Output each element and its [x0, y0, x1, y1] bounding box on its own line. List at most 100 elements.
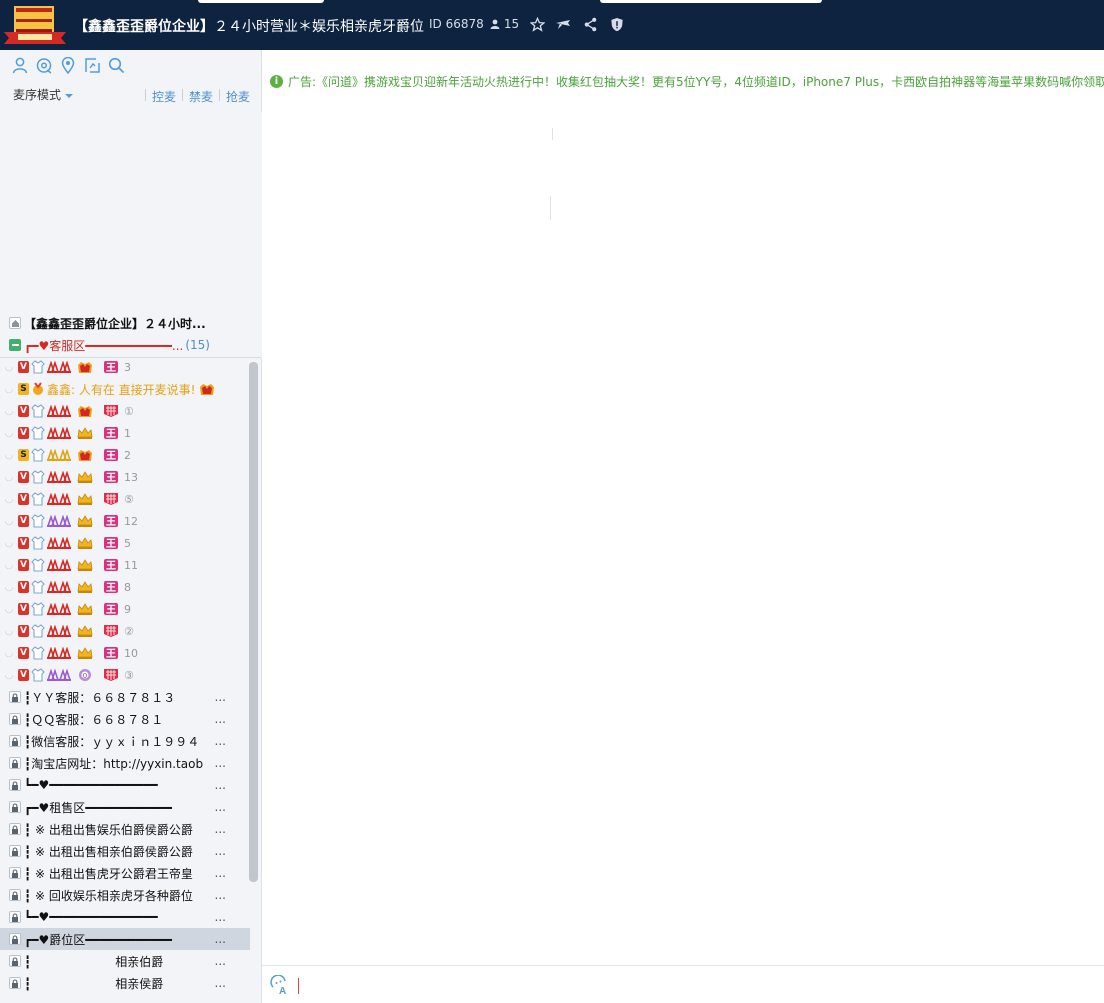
member-row[interactable]: ◡ V ⑤	[0, 488, 250, 510]
font-style-icon[interactable]: A	[270, 975, 290, 995]
sub-channel-row[interactable]: ┇淘宝店网址：http://yyxin.taob...	[0, 752, 250, 774]
member-row[interactable]: ◡ V 王 8	[0, 576, 250, 598]
sub-channel-row[interactable]: ┗━♥━━━━━━━━━━━━━━━...	[0, 906, 250, 928]
member-row[interactable]: ◡ V 王 1	[0, 422, 250, 444]
nickname-pattern-icon	[47, 537, 71, 549]
speaker-icon: ◡	[4, 559, 14, 571]
sub-channel-row[interactable]: ┇ ※ 出租出售娱乐伯爵侯爵公爵...	[0, 818, 250, 840]
settings-icon[interactable]	[35, 56, 53, 74]
sub-channel-row[interactable]: ┇ 相亲伯爵...	[0, 950, 250, 972]
v-badge-icon: V	[18, 493, 29, 505]
speaker-icon: ◡	[4, 581, 14, 593]
location-icon[interactable]	[59, 56, 77, 74]
home-icon	[8, 316, 22, 330]
chat-input-bar[interactable]: A	[262, 965, 1104, 1003]
channel-title-main: 【鑫鑫歪歪爵位企业】	[74, 19, 214, 35]
member-row[interactable]: ◡ V ②	[0, 620, 250, 642]
mic-mode-dropdown[interactable]: 麦序模式	[13, 86, 74, 103]
collapse-icon[interactable]	[8, 338, 22, 352]
mic-ban-button[interactable]: 禁麦	[189, 88, 213, 105]
crown-icon	[77, 581, 93, 593]
member-row[interactable]: ◡ V 王 3	[0, 356, 250, 378]
sub-channel-row[interactable]: ┇ ※ 回收娱乐相亲虎牙各种爵位...	[0, 884, 250, 906]
member-row[interactable]: ◡ S 鑫鑫: 人有在 直接开麦说事!	[0, 378, 250, 400]
shield-icon[interactable]	[608, 15, 626, 33]
channel-title-rest: ２４小时营业＊娱乐相亲虎牙爵位	[214, 19, 424, 35]
vest-icon	[31, 492, 45, 506]
v-badge-icon: V	[18, 427, 29, 439]
lock-icon	[8, 778, 22, 792]
svg-text:王: 王	[106, 604, 116, 616]
king-badge-icon: 王	[104, 361, 118, 374]
tree-scrollbar[interactable]	[249, 362, 258, 882]
king-badge-icon: 王	[104, 603, 118, 616]
sub-channel-name: ┇ ※ 回收娱乐相亲虎牙各种爵位	[24, 888, 193, 903]
sub-channel-row[interactable]: ┏━♥租售区━━━━━━━━━━━━...	[0, 796, 250, 818]
vest-icon	[31, 448, 45, 462]
member-row[interactable]: ◡ V 0 ③	[0, 664, 250, 686]
star-icon[interactable]	[528, 15, 546, 33]
mic-grab-button[interactable]: 抢麦	[226, 88, 250, 105]
sub-channel-row[interactable]: ┇微信客服：ｙｙｘｉｎ１９９４...	[0, 730, 250, 752]
king-badge-icon: 王	[104, 647, 118, 660]
text-cursor	[298, 978, 299, 994]
vest-icon	[31, 514, 45, 528]
channel-root[interactable]: 【鑫鑫歪歪爵位企业】２４小时...	[0, 312, 250, 334]
member-row[interactable]: ◡ V 王 5	[0, 532, 250, 554]
sub-channel-row[interactable]: ┏━♥爵位区━━━━━━━━━━━━...	[0, 928, 250, 950]
channel-group-service[interactable]: ┏━♥客服区━━━━━━━━━━━━... (15)	[0, 334, 250, 356]
member-number: 11	[124, 558, 138, 572]
crown-icon	[77, 515, 93, 527]
sub-channel-row[interactable]: ┇ ※ 出租出售相亲伯爵侯爵公爵...	[0, 840, 250, 862]
ad-banner[interactable]: i 广告:《问道》携游戏宝贝迎新年活动火热进行中！收集红包抽大奖！更有5位YY号…	[270, 73, 1104, 90]
member-row[interactable]: ◡ V 王 12	[0, 510, 250, 532]
svg-text:王: 王	[106, 648, 116, 660]
user-icon	[490, 19, 500, 29]
member-row[interactable]: ◡ V 王 9	[0, 598, 250, 620]
sub-channel-row[interactable]: ┇ 相亲侯爵...	[0, 972, 250, 994]
sub-channel-name: ┇ 相亲侯爵	[24, 976, 164, 991]
vest-icon	[31, 536, 45, 550]
crown-icon	[78, 406, 92, 417]
member-row[interactable]: ◡ V ①	[0, 400, 250, 422]
search-icon[interactable]	[107, 56, 125, 74]
channel-logo[interactable]	[4, 6, 66, 46]
nickname-pattern-icon	[47, 405, 71, 417]
sub-channel-name: ┇ ※ 出租出售娱乐伯爵侯爵公爵	[24, 822, 193, 837]
plane-icon[interactable]	[554, 15, 572, 33]
medal-icon	[33, 382, 43, 395]
share-icon[interactable]	[581, 15, 599, 33]
speaker-icon: ◡	[4, 603, 14, 615]
lock-icon	[8, 888, 22, 902]
sub-channel-row[interactable]: ┇ＱＱ客服：６６８７８１...	[0, 708, 250, 730]
member-row[interactable]: ◡ V 王 13	[0, 466, 250, 488]
sub-channel-row[interactable]: ┇ＹＹ客服：６６８７８１３...	[0, 686, 250, 708]
svg-text:王: 王	[106, 428, 116, 440]
speaker-icon: ◡	[4, 669, 14, 681]
sub-channel-more: ...	[214, 954, 226, 968]
sub-channel-name: ┇淘宝店网址：http://yyxin.taob	[24, 756, 204, 771]
speaker-icon: ◡	[4, 405, 14, 417]
sub-channel-more: ...	[214, 888, 226, 902]
tab-indicator	[198, 0, 324, 3]
member-number: 5	[124, 536, 131, 550]
lock-icon	[8, 822, 22, 836]
sub-channel-more: ...	[214, 800, 226, 814]
vest-icon	[31, 602, 45, 616]
v-badge-icon: V	[18, 471, 29, 483]
sub-channel-name: ┗━♥━━━━━━━━━━━━━━━	[24, 910, 158, 924]
member-row[interactable]: ◡ V 王 10	[0, 642, 250, 664]
member-row[interactable]: ◡ V 王 11	[0, 554, 250, 576]
member-row[interactable]: ◡ S 王 2	[0, 444, 250, 466]
sub-channel-row[interactable]: ┇ ※ 出租出售虎牙公爵君王帝皇...	[0, 862, 250, 884]
online-count[interactable]: 15	[490, 17, 519, 31]
member-number: 1	[124, 426, 131, 440]
member-icon[interactable]	[11, 56, 29, 74]
sub-channel-more: ...	[214, 844, 226, 858]
member-number: 3	[124, 360, 131, 374]
screen-icon[interactable]	[83, 56, 101, 74]
mic-control-button[interactable]: 控麦	[152, 88, 176, 105]
king-badge-icon: 王	[104, 471, 118, 484]
sub-channel-row[interactable]: ┗━♥━━━━━━━━━━━━━━━...	[0, 774, 250, 796]
speaker-icon: ◡	[4, 471, 14, 483]
